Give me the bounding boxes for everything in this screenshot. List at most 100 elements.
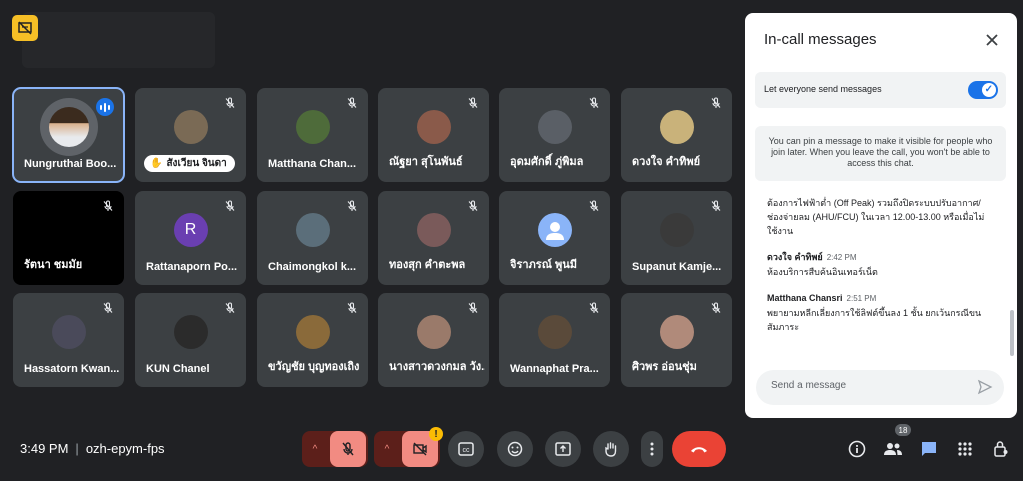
mic-off-icon [708,95,724,111]
mic-off-icon [222,95,238,111]
participant-name: Matthana Chan... [268,158,357,170]
message-compose [756,370,1004,405]
send-icon[interactable] [977,379,993,395]
presentation-badge[interactable] [12,15,38,41]
host-controls-button[interactable] [989,437,1013,461]
info-icon [848,440,866,458]
participant-name: ขวัญชัย บุญทองเถิง [268,361,360,373]
avatar: R [173,213,208,248]
mic-off-icon [586,300,602,316]
meeting-details: 3:49 PM | ozh-epym-fps [20,441,165,456]
participant-tile[interactable]: R Rattanaporn Po... [135,191,246,285]
message-input[interactable] [769,379,963,392]
apps-grid-icon [958,442,972,456]
warning-badge: ! [429,427,443,441]
avatar [173,110,208,145]
message-text: ห้องบริการสืบค้นอินเทอร์เน็ต [767,267,878,277]
participant-tile[interactable]: ณัฐยา สุโนพันธ์ [378,88,489,182]
avatar [537,110,572,145]
people-count-badge: 18 [895,424,911,436]
mic-off-icon [344,300,360,316]
participant-name: Wannaphat Pra... [510,363,599,375]
participant-tile[interactable]: Chaimongkol k... [257,191,368,285]
mic-off-icon [586,198,602,214]
participant-tile[interactable]: Supanut Kamje... [621,191,732,285]
activities-button[interactable] [953,437,977,461]
pin-note: You can pin a message to make it visible… [755,126,1006,181]
mic-off-icon [222,198,238,214]
present-screen-icon [555,442,571,456]
message-time: 2:51 PM [846,294,877,303]
participant-tile[interactable]: อุดมศักดิ์ ภู่พิมล [499,88,610,182]
message-item: ดวงใจ คำทิพย์ 2:42 PM ห้องบริการสืบค้นอิน… [767,250,992,279]
captions-button[interactable]: cc [448,431,484,467]
participant-tile[interactable]: Nungruthai Boo... [12,87,125,183]
avatar [416,213,451,248]
check-icon: ✓ [984,84,993,95]
participant-tile[interactable]: ดวงใจ คำทิพย์ [621,88,732,182]
participant-tile[interactable]: รัตนา ชมมัย [13,191,124,285]
panel-title: In-call messages [764,31,877,48]
send-messages-toggle[interactable]: ✓ [968,81,998,99]
send-messages-setting: Let everyone send messages ✓ [755,72,1006,108]
avatar [295,213,330,248]
mic-off-icon [465,95,481,111]
default-avatar-icon [537,213,572,248]
raise-hand-button[interactable] [593,431,629,467]
avatar [416,315,451,350]
avatar [659,315,694,350]
hand-icon: ✋ [150,158,163,169]
participant-tile[interactable]: Hassatorn Kwan... [13,293,124,387]
participant-tile[interactable]: นางสาวดวงกมล วัง... [378,293,489,387]
camera-off-icon [413,442,427,456]
captions-icon: cc [458,442,474,456]
people-button[interactable] [881,437,905,461]
reactions-button[interactable] [497,431,533,467]
mic-off-icon [222,300,238,316]
meeting-info-button[interactable] [845,437,869,461]
emoji-icon [507,441,523,457]
participant-tile[interactable]: ✋ สังเวียน จินดา [135,88,246,182]
participant-tile[interactable]: Wannaphat Pra... [499,293,610,387]
people-icon [884,443,902,455]
more-options-button[interactable] [641,431,663,467]
participant-name: อุดมศักดิ์ ภู่พิมล [510,156,584,168]
participant-name: นางสาวดวงกมล วัง... [389,361,485,373]
present-button[interactable] [545,431,581,467]
leave-call-button[interactable] [672,431,726,467]
svg-text:cc: cc [463,447,471,454]
avatar [39,98,98,157]
participant-tile[interactable]: Matthana Chan... [257,88,368,182]
chat-icon [922,442,936,456]
mic-off-icon [465,198,481,214]
blurred-overlay [22,12,215,68]
participant-tile[interactable]: จิราภรณ์ พูนมี [499,191,610,285]
participant-tile[interactable]: ศิวพร อ่อนชุ่ม [621,293,732,387]
camera-options-button[interactable]: ^ [376,444,398,455]
hang-up-icon [691,447,707,453]
close-panel-button[interactable] [981,29,1003,51]
participant-tile[interactable]: ขวัญชัย บุญทองเถิง [257,293,368,387]
participant-name: KUN Chanel [146,363,210,375]
current-time: 3:49 PM [20,441,69,456]
lock-person-icon [994,441,1008,457]
participant-name: ทองสุก คำตะพล [389,259,466,271]
divider: | [75,441,79,456]
mic-options-button[interactable]: ^ [304,444,326,455]
avatar [659,213,694,248]
participant-name: Nungruthai Boo... [24,158,117,170]
participant-tile[interactable]: ทองสุก คำตะพล [378,191,489,285]
chat-scrollbar[interactable] [1010,310,1014,356]
mic-toggle-button[interactable] [330,431,366,467]
participant-tile[interactable]: KUN Chanel [135,293,246,387]
message-sender: ดวงใจ คำทิพย์ [767,252,823,262]
mic-control: ^ [302,431,368,467]
avatar [173,315,208,350]
participant-name: Hassatorn Kwan... [24,363,120,375]
message-sender: Matthana Chansri [767,293,843,303]
participant-name: ศิวพร อ่อนชุ่ม [632,361,697,373]
mic-off-icon [100,198,116,214]
chat-button[interactable] [917,437,941,461]
avatar [295,315,330,350]
participant-name: สังเวียน จินดา [166,158,227,169]
